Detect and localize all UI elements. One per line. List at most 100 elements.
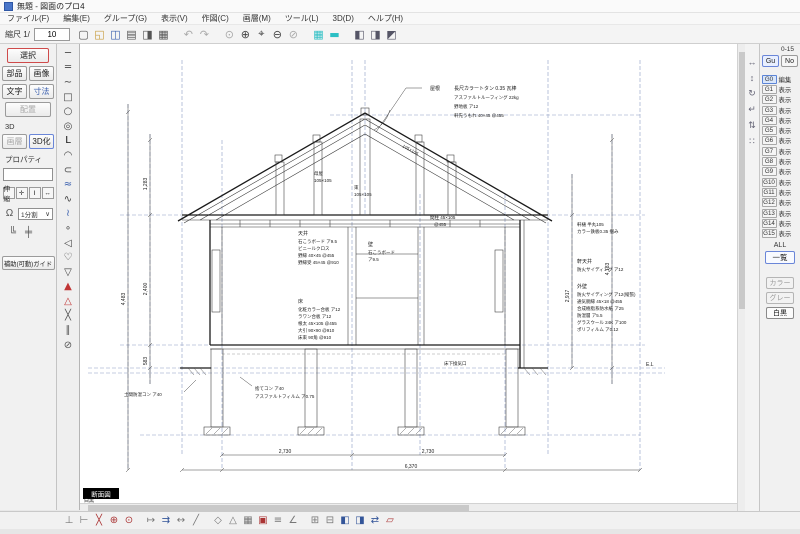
layout-button[interactable]: 配置 (5, 102, 51, 117)
redo-icon[interactable]: ↷ (197, 27, 212, 42)
layer-button[interactable]: G3 (761, 105, 777, 115)
constraint-button[interactable]: 伸縮 (2, 186, 15, 203)
hatch-edit-icon[interactable]: ▦ (241, 514, 255, 528)
layer-number-button[interactable]: No (781, 55, 798, 67)
menu-item[interactable]: グループ(G) (97, 13, 154, 24)
view-grid-icon[interactable]: ∷ (746, 136, 758, 147)
point-tool[interactable]: ∘ (59, 221, 77, 236)
view-updown-icon[interactable]: ⇅ (746, 120, 758, 131)
layer-button[interactable]: G5 (761, 126, 777, 136)
snap-divide-select[interactable]: 1分割 ∨ (18, 207, 53, 220)
spline-tool[interactable]: ∼ (59, 75, 77, 90)
layer-button[interactable]: G4 (761, 115, 777, 125)
layer-state-label[interactable]: 表示 (779, 167, 792, 176)
menu-item[interactable]: 作図(C) (195, 13, 236, 24)
layer-state-label[interactable]: 表示 (779, 95, 792, 104)
layer-state-label[interactable]: 表示 (779, 85, 792, 94)
window-edit-icon[interactable]: ▱ (383, 514, 397, 528)
view-rotate-icon[interactable]: ↻ (746, 88, 758, 99)
magnet-icon[interactable]: Ω (3, 207, 16, 220)
grid-icon[interactable]: ▦ (311, 27, 326, 42)
zoom-window-icon[interactable]: ⊘ (286, 27, 301, 42)
scale-input[interactable] (33, 27, 70, 41)
layer-button[interactable]: G1 (761, 84, 777, 94)
fill-edit-icon[interactable]: ▣ (256, 514, 270, 528)
zoom-all-icon[interactable]: ⊙ (222, 27, 237, 42)
constraint-button[interactable]: ✛ (15, 187, 28, 199)
sep3[interactable] (301, 514, 307, 528)
text-button[interactable]: 文字 (2, 84, 27, 99)
layer-button[interactable]: G14 (761, 218, 777, 228)
layer-state-label[interactable]: 表示 (779, 219, 792, 228)
curve-tool[interactable]: ≀ (59, 207, 77, 222)
snap-mid-icon[interactable]: ⊢ (77, 514, 91, 528)
print-icon[interactable]: ▦ (156, 27, 171, 42)
move-icon[interactable]: ↦ (144, 514, 158, 528)
layer-button[interactable]: G13 (761, 208, 777, 218)
parts-button[interactable]: 部品 (2, 66, 27, 81)
undo-icon[interactable]: ↶ (181, 27, 196, 42)
color-mode-button[interactable]: 白黒 (766, 306, 794, 319)
snap-center-icon[interactable]: ⊕ (107, 514, 121, 528)
send-back-icon[interactable]: ◨ (353, 514, 367, 528)
swap-icon[interactable]: ⇄ (368, 514, 382, 528)
property-combo[interactable] (3, 168, 53, 181)
hatch-tool[interactable]: ▽ (59, 265, 77, 280)
menu-item[interactable]: 編集(E) (56, 13, 97, 24)
freecurve-tool[interactable]: ∿ (59, 192, 77, 207)
drawing-canvas[interactable]: 屋根 長尺カラートタン 0.35 瓦棒 アスファルトルーフィング 22kg 野地… (80, 44, 737, 503)
fill-tool[interactable]: ▲ (59, 280, 77, 295)
layer-button[interactable]: G0 (761, 74, 777, 84)
layer-button[interactable]: G15 (761, 229, 777, 239)
snap-mode-icon[interactable]: ╪ (22, 226, 35, 239)
props-window-icon[interactable]: ◩ (384, 27, 399, 42)
text-edit-icon[interactable]: ≡ (271, 514, 285, 528)
menu-item[interactable]: ヘルプ(H) (361, 13, 410, 24)
sep3[interactable] (302, 27, 310, 42)
group-icon[interactable]: ⊞ (308, 514, 322, 528)
snap-int-icon[interactable]: ╳ (92, 514, 106, 528)
menu-item[interactable]: ファイル(F) (0, 13, 56, 24)
image-button[interactable]: 画像 (29, 66, 54, 81)
horizontal-scrollbar[interactable] (80, 503, 737, 511)
snap-end-icon[interactable]: ⊥ (62, 514, 76, 528)
select-button[interactable]: 選択 (7, 48, 49, 63)
layer-group-button[interactable]: Gu (762, 55, 779, 67)
print-preview-icon[interactable]: ▤ (124, 27, 139, 42)
scroll-horizontal-icon[interactable]: ↔ (746, 56, 758, 67)
parts-window-icon[interactable]: ◨ (368, 27, 383, 42)
measure-icon[interactable]: ∠ (286, 514, 300, 528)
sep2[interactable] (204, 514, 210, 528)
save-icon[interactable]: ◫ (108, 27, 123, 42)
layer-button[interactable]: G7 (761, 146, 777, 156)
layer-state-label[interactable]: 表示 (779, 126, 792, 135)
pattern-tool[interactable]: △ (59, 294, 77, 309)
new-icon[interactable]: ▢ (76, 27, 91, 42)
ungroup-icon[interactable]: ⊟ (323, 514, 337, 528)
dimension-button[interactable]: 寸法 (29, 84, 54, 99)
sep2[interactable] (213, 27, 221, 42)
open-icon[interactable]: ◱ (92, 27, 107, 42)
plot-icon[interactable]: ◨ (140, 27, 155, 42)
snap-on-icon[interactable]: ⊙ (122, 514, 136, 528)
layer-state-label[interactable]: 編集 (779, 75, 792, 84)
arc-tool[interactable]: ◠ (59, 148, 77, 163)
layer-state-label[interactable]: 表示 (779, 209, 792, 218)
arc3-tool[interactable]: ⊂ (59, 163, 77, 178)
layer-button[interactable]: G9 (761, 167, 777, 177)
rect-edit-icon[interactable]: ◇ (211, 514, 225, 528)
menu-item[interactable]: 3D(D) (326, 13, 361, 24)
sep4[interactable] (343, 27, 351, 42)
layer-button[interactable]: 画層 (2, 134, 27, 149)
stretch-icon[interactable]: ↔ (174, 514, 188, 528)
layer-state-label[interactable]: 表示 (779, 178, 792, 187)
color-mode-button[interactable]: グレー (766, 291, 794, 304)
view-back-icon[interactable]: ↵ (746, 104, 758, 115)
snap-mode-icon[interactable]: ╚ (6, 226, 19, 239)
layer-state-label[interactable]: 表示 (779, 106, 792, 115)
zoom-out-icon[interactable]: ⊖ (270, 27, 285, 42)
erase-tool[interactable]: ⊘ (59, 338, 77, 353)
to-3d-button[interactable]: 3D化 (29, 134, 54, 149)
offset-tool[interactable]: ∥ (59, 323, 77, 338)
zoom-in-icon[interactable]: ⊕ (238, 27, 253, 42)
